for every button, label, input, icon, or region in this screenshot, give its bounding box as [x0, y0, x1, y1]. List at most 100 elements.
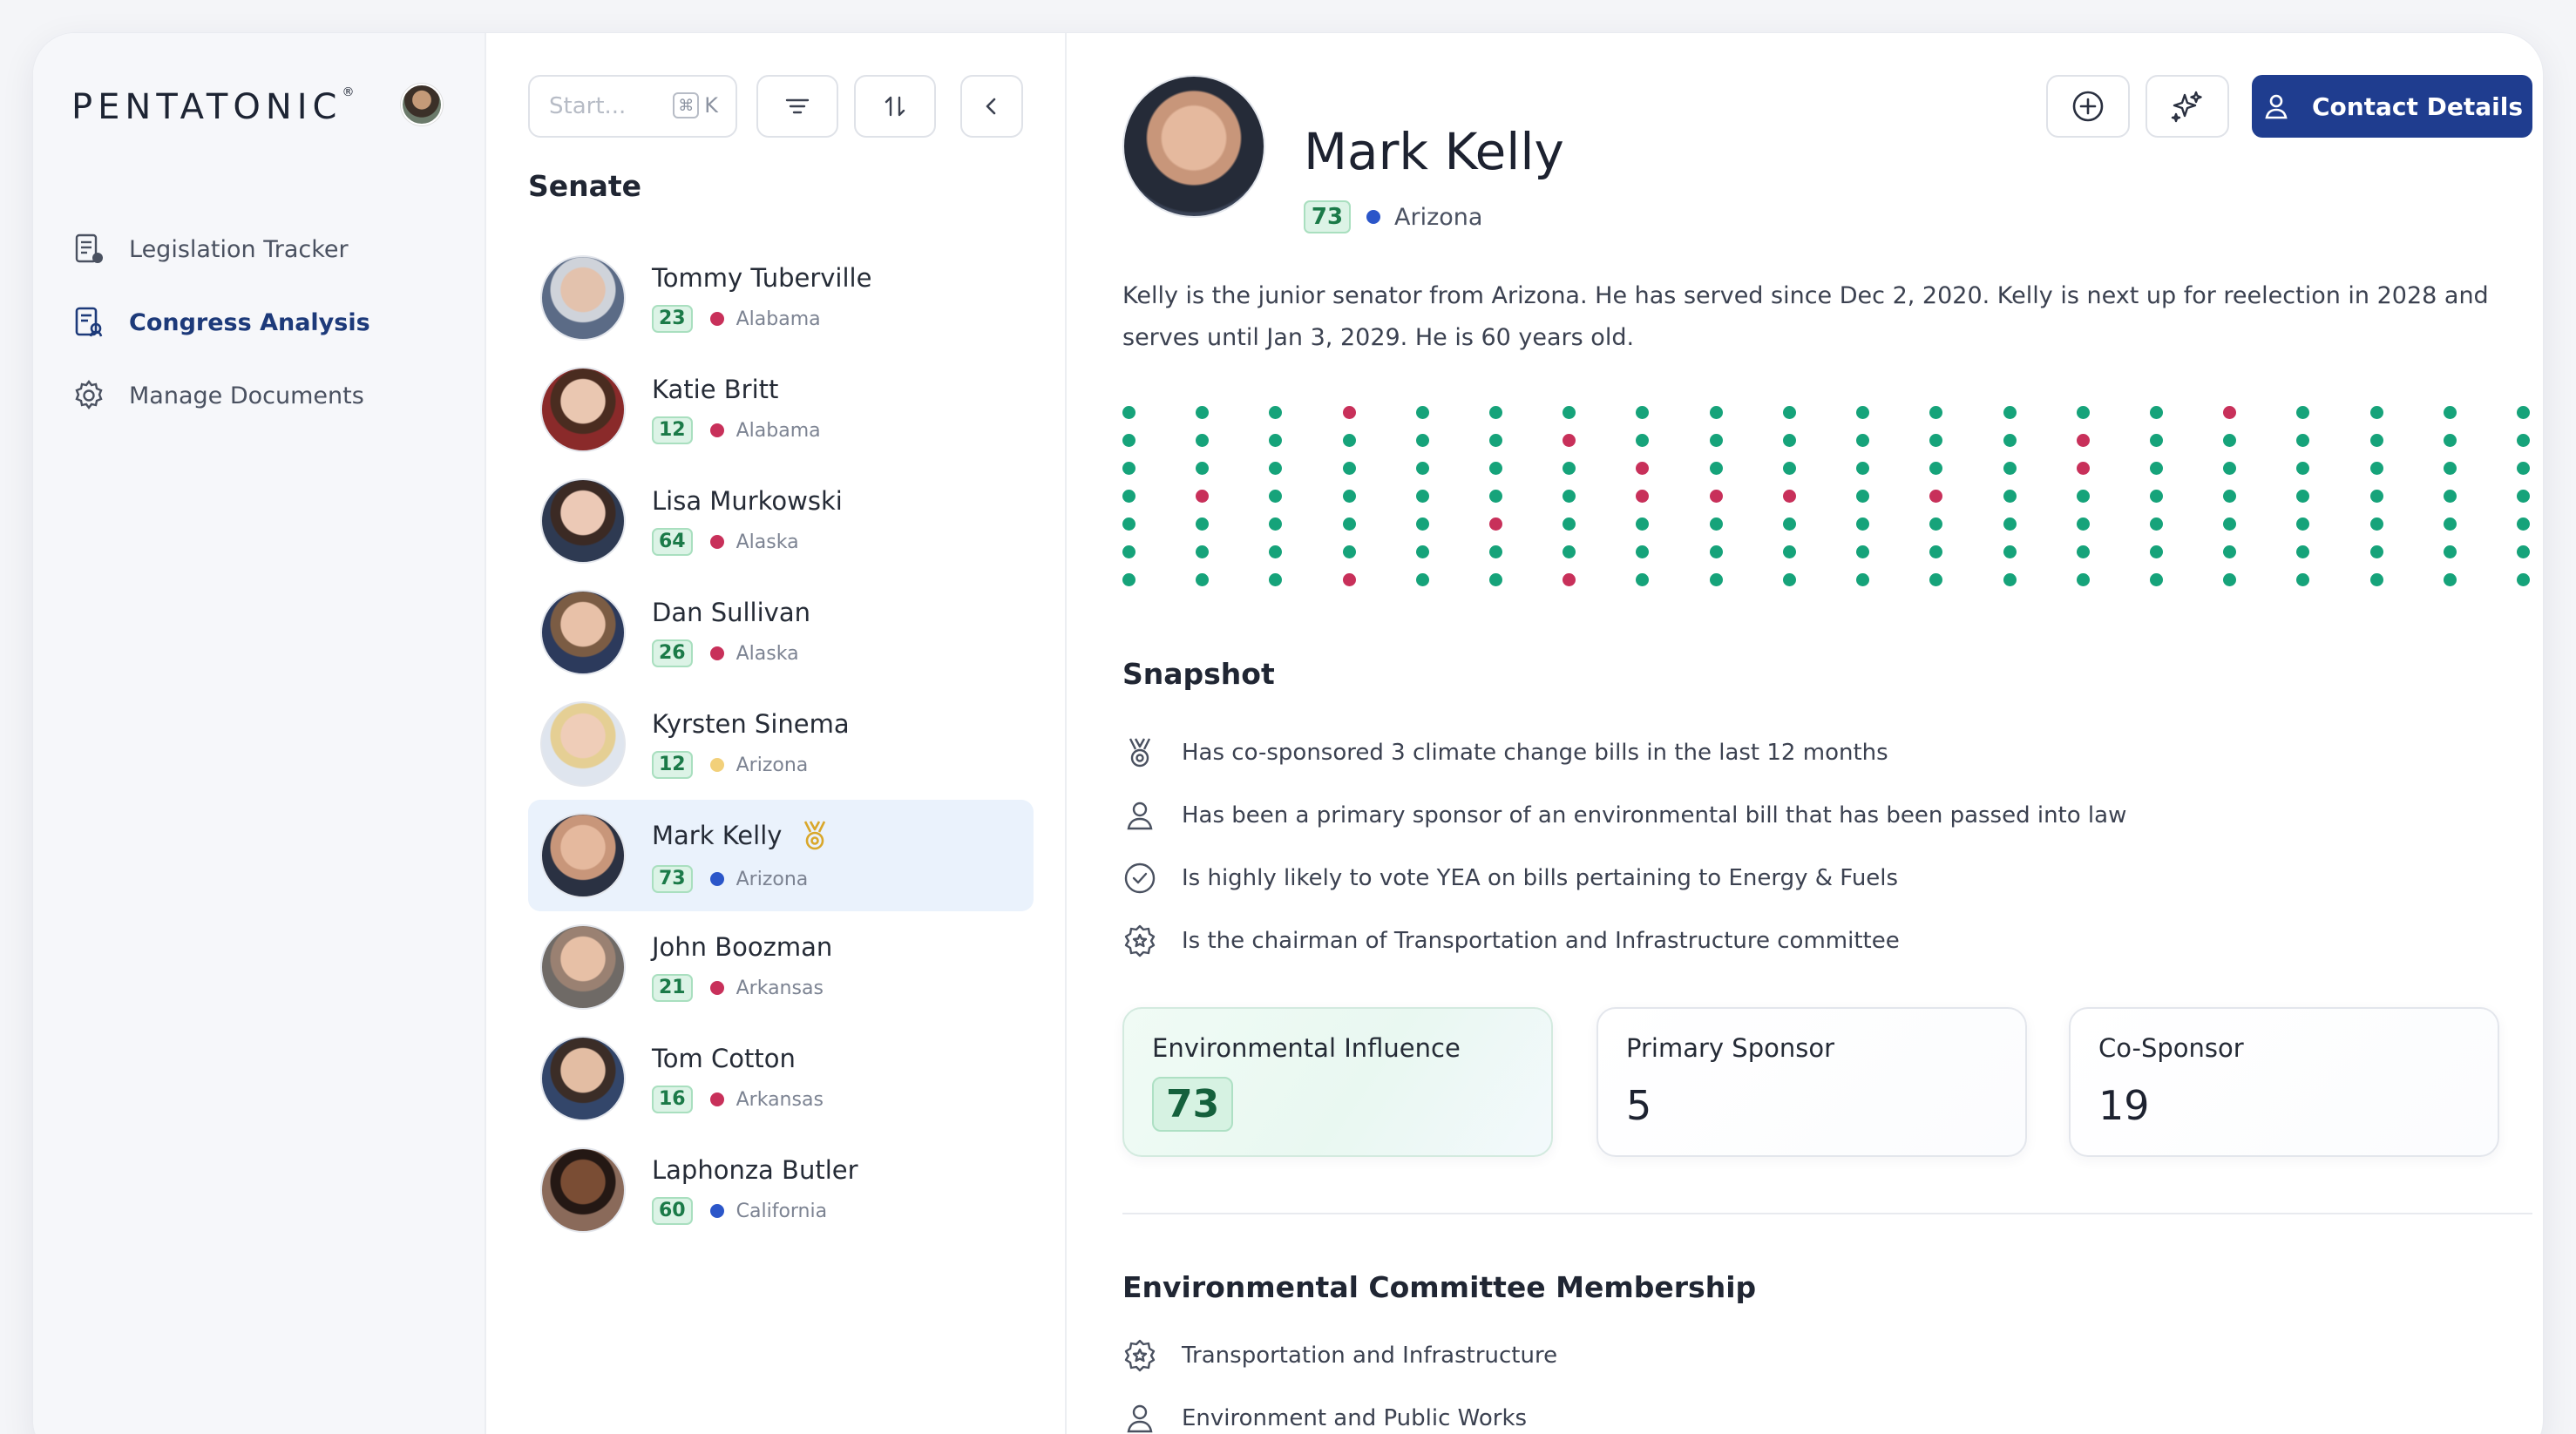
vote-dot[interactable]: [1563, 517, 1576, 531]
vote-dot[interactable]: [2076, 406, 2090, 419]
vote-dot[interactable]: [1269, 545, 1283, 558]
vote-dot[interactable]: [2003, 462, 2017, 475]
vote-dot[interactable]: [1636, 490, 1650, 503]
vote-dot[interactable]: [1196, 462, 1210, 475]
vote-dot[interactable]: [2223, 406, 2237, 419]
vote-dot[interactable]: [1122, 573, 1135, 586]
vote-dot[interactable]: [2149, 573, 2163, 586]
vote-dot[interactable]: [1856, 517, 1870, 531]
vote-dot[interactable]: [1489, 517, 1503, 531]
vote-dot[interactable]: [2443, 573, 2457, 586]
vote-dot[interactable]: [1782, 517, 1796, 531]
vote-dot[interactable]: [1929, 462, 1943, 475]
vote-dot[interactable]: [1415, 462, 1429, 475]
vote-dot[interactable]: [1856, 462, 1870, 475]
vote-dot[interactable]: [1563, 573, 1576, 586]
vote-dot[interactable]: [2443, 490, 2457, 503]
vote-dot[interactable]: [1415, 434, 1429, 447]
list-item[interactable]: Tommy Tuberville 23 Alabama: [528, 242, 1034, 354]
vote-dot[interactable]: [1269, 434, 1283, 447]
vote-dot[interactable]: [2443, 406, 2457, 419]
vote-dot[interactable]: [1709, 462, 1723, 475]
vote-dot[interactable]: [2223, 490, 2237, 503]
vote-dot[interactable]: [1782, 462, 1796, 475]
vote-dot[interactable]: [2149, 545, 2163, 558]
vote-dot[interactable]: [2296, 462, 2310, 475]
vote-dot[interactable]: [1856, 545, 1870, 558]
search-box[interactable]: ⌘ K: [528, 75, 737, 138]
vote-dot[interactable]: [1342, 462, 1356, 475]
vote-dot[interactable]: [1415, 573, 1429, 586]
vote-dot[interactable]: [2296, 573, 2310, 586]
vote-dot[interactable]: [2003, 517, 2017, 531]
vote-dot[interactable]: [1489, 406, 1503, 419]
list-item-selected[interactable]: Mark Kelly 73 Arizona: [528, 800, 1034, 911]
sidebar-item-manage-documents[interactable]: Manage Documents: [71, 359, 455, 432]
vote-dot[interactable]: [2003, 573, 2017, 586]
vote-dot[interactable]: [2369, 545, 2383, 558]
vote-dot[interactable]: [2003, 545, 2017, 558]
vote-dot[interactable]: [1489, 434, 1503, 447]
list-item[interactable]: Kyrsten Sinema 12 Arizona: [528, 688, 1034, 800]
sidebar-item-congress-analysis[interactable]: Congress Analysis: [71, 286, 455, 359]
vote-dot[interactable]: [1342, 434, 1356, 447]
vote-dot[interactable]: [1489, 545, 1503, 558]
vote-dot[interactable]: [1196, 434, 1210, 447]
vote-dot[interactable]: [2443, 545, 2457, 558]
collapse-panel-button[interactable]: [960, 75, 1023, 138]
vote-dot[interactable]: [1269, 517, 1283, 531]
vote-dot[interactable]: [2003, 434, 2017, 447]
vote-dot[interactable]: [2223, 462, 2237, 475]
vote-dot[interactable]: [2076, 545, 2090, 558]
vote-dot[interactable]: [1196, 545, 1210, 558]
vote-dot[interactable]: [2149, 462, 2163, 475]
list-item[interactable]: John Boozman 21 Arkansas: [528, 911, 1034, 1023]
list-item[interactable]: Tom Cotton 16 Arkansas: [528, 1023, 1034, 1134]
vote-dot[interactable]: [2517, 545, 2530, 558]
vote-dot[interactable]: [2443, 434, 2457, 447]
vote-dot[interactable]: [1269, 490, 1283, 503]
vote-dot[interactable]: [1563, 545, 1576, 558]
vote-dot[interactable]: [2149, 406, 2163, 419]
vote-dot[interactable]: [2149, 490, 2163, 503]
vote-dot[interactable]: [1563, 490, 1576, 503]
vote-dot[interactable]: [2517, 517, 2530, 531]
vote-dot[interactable]: [2296, 517, 2310, 531]
list-item[interactable]: Katie Britt 12 Alabama: [528, 354, 1034, 465]
vote-dot[interactable]: [2003, 490, 2017, 503]
vote-dot[interactable]: [1709, 573, 1723, 586]
vote-dot[interactable]: [1122, 545, 1135, 558]
vote-dot[interactable]: [1122, 517, 1135, 531]
vote-dot[interactable]: [1709, 406, 1723, 419]
vote-dot[interactable]: [1709, 517, 1723, 531]
vote-dot[interactable]: [1563, 462, 1576, 475]
vote-dot[interactable]: [1709, 434, 1723, 447]
vote-dot[interactable]: [1856, 490, 1870, 503]
vote-dot[interactable]: [1342, 573, 1356, 586]
vote-dot[interactable]: [2443, 517, 2457, 531]
vote-dot[interactable]: [1636, 406, 1650, 419]
vote-dot[interactable]: [2369, 490, 2383, 503]
vote-dot[interactable]: [1342, 545, 1356, 558]
search-input[interactable]: [549, 93, 671, 119]
vote-dot[interactable]: [1929, 545, 1943, 558]
vote-dot[interactable]: [1196, 490, 1210, 503]
vote-dot[interactable]: [2369, 406, 2383, 419]
vote-dot[interactable]: [1929, 406, 1943, 419]
vote-dot[interactable]: [1489, 573, 1503, 586]
vote-dot[interactable]: [2003, 406, 2017, 419]
vote-dot[interactable]: [1415, 517, 1429, 531]
list-item[interactable]: Laphonza Butler 60 California: [528, 1134, 1034, 1246]
vote-dot[interactable]: [1563, 434, 1576, 447]
vote-dot[interactable]: [2296, 545, 2310, 558]
vote-dot[interactable]: [2369, 462, 2383, 475]
vote-dot[interactable]: [2223, 545, 2237, 558]
vote-dot[interactable]: [1636, 545, 1650, 558]
vote-dot[interactable]: [2369, 517, 2383, 531]
vote-dot[interactable]: [1269, 406, 1283, 419]
vote-dot[interactable]: [1122, 462, 1135, 475]
user-avatar[interactable]: [401, 84, 443, 125]
vote-dot[interactable]: [2517, 462, 2530, 475]
vote-dot[interactable]: [2223, 573, 2237, 586]
vote-dot[interactable]: [2076, 462, 2090, 475]
